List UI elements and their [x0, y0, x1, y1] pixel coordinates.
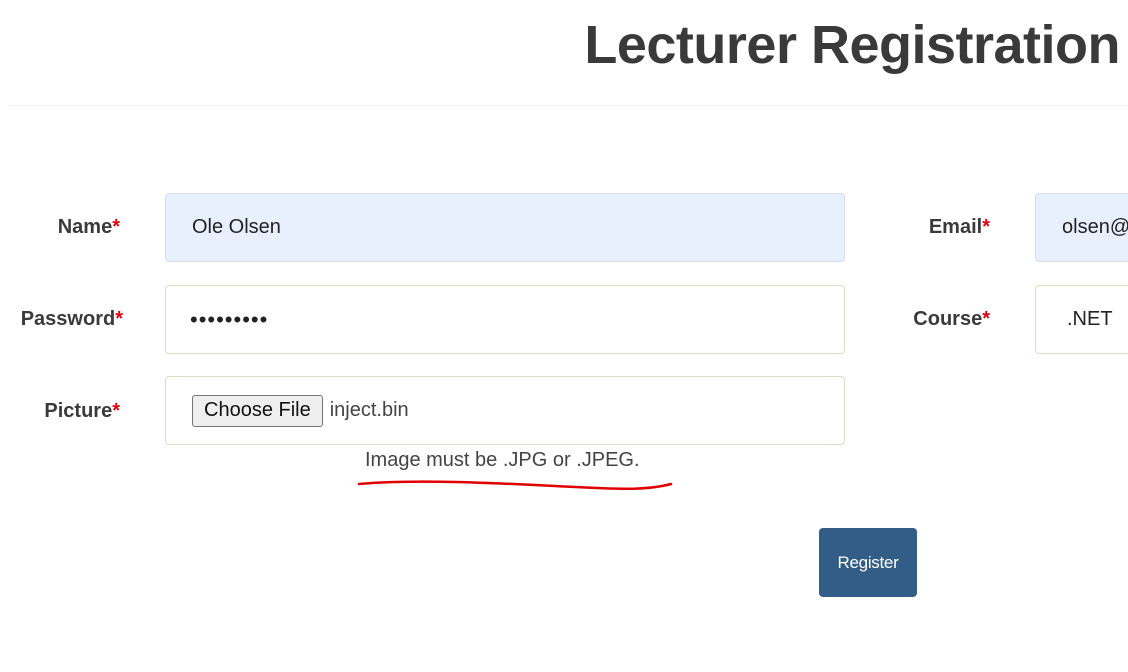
red-underline-annotation: [357, 480, 673, 490]
email-input[interactable]: olsen@: [1035, 193, 1128, 262]
course-select-value: .NET: [1067, 308, 1113, 330]
password-input[interactable]: •••••••••: [165, 285, 845, 354]
name-input[interactable]: Ole Olsen: [165, 193, 845, 262]
email-label: Email*: [929, 216, 990, 239]
course-label: Course*: [913, 308, 990, 331]
password-label: Password*: [21, 308, 123, 331]
selected-file-name: inject.bin: [329, 399, 409, 421]
password-input-value: •••••••••: [190, 306, 269, 332]
course-select[interactable]: .NET: [1035, 285, 1128, 354]
required-asterisk: *: [112, 400, 120, 422]
required-asterisk: *: [982, 216, 990, 238]
email-input-value: olsen@: [1062, 216, 1128, 238]
header-divider: [10, 105, 1128, 106]
picture-label-text: Picture: [44, 400, 113, 422]
name-label-text: Name: [57, 216, 113, 238]
registration-page: Lecturer Registration Name* Ole Olsen Em…: [0, 0, 1128, 672]
password-label-text: Password: [20, 308, 116, 330]
required-asterisk: *: [115, 308, 123, 330]
page-title: Lecturer Registration: [584, 15, 1120, 75]
register-button[interactable]: Register: [819, 528, 917, 597]
picture-file-input: Choose File inject.bin: [165, 376, 845, 445]
picture-format-hint: Image must be .JPG or .JPEG.: [365, 449, 640, 471]
course-label-text: Course: [913, 308, 983, 330]
name-input-value: Ole Olsen: [192, 216, 281, 238]
name-label: Name*: [58, 216, 120, 239]
email-label-text: Email: [928, 216, 983, 238]
required-asterisk: *: [982, 308, 990, 330]
required-asterisk: *: [112, 216, 120, 238]
picture-label: Picture*: [44, 400, 120, 423]
choose-file-button[interactable]: Choose File: [192, 394, 323, 427]
